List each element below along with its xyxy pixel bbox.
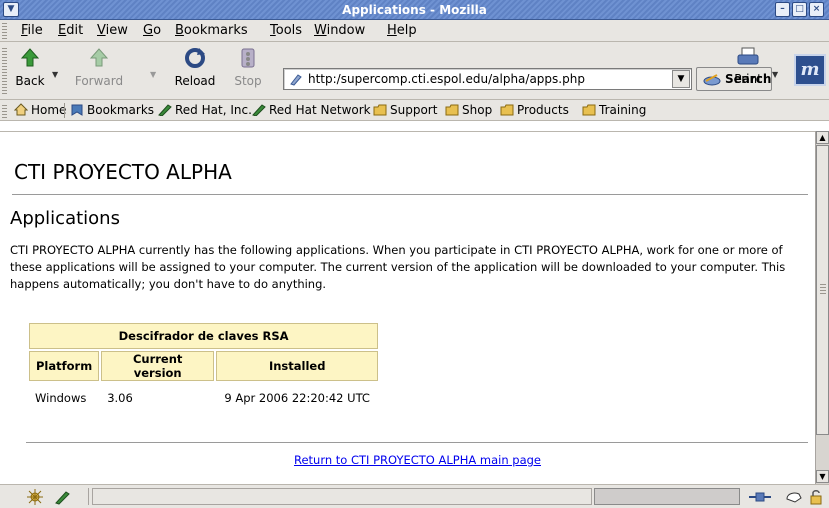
search-icon (703, 74, 721, 86)
bookmark-link-icon (252, 104, 266, 116)
bookmark-folder-shop[interactable]: Shop (445, 103, 492, 118)
folder-icon (582, 104, 596, 116)
menu-bar: File Edit View Go Bookmarks Tools Window… (0, 20, 829, 42)
navigation-toolbar: Back ▼ Forward ▼ Reload Stop ▼ (0, 42, 829, 100)
column-header: Current version (101, 351, 215, 381)
forward-arrow-icon (89, 48, 109, 67)
scroll-down-icon[interactable]: ▼ (816, 470, 829, 483)
bookmark-redhat-network[interactable]: Red Hat Network (252, 103, 371, 118)
menu-tools[interactable]: Tools (270, 23, 302, 39)
bookmark-folder-training[interactable]: Training (582, 103, 646, 118)
reload-button[interactable]: Reload (170, 46, 220, 88)
menu-help[interactable]: Help (387, 23, 417, 39)
stop-button[interactable]: Stop (228, 46, 268, 88)
url-bar[interactable]: ▼ (283, 68, 692, 90)
page-content: CTI PROYECTO ALPHA Applications CTI PROY… (0, 131, 815, 484)
close-icon[interactable]: × (809, 2, 824, 17)
url-history-dropdown-icon[interactable]: ▼ (672, 70, 690, 88)
toolbar-separator (64, 103, 65, 118)
toolbar-grip[interactable] (2, 103, 7, 118)
folder-icon (500, 104, 514, 116)
back-arrow-icon (20, 48, 40, 67)
status-bar (0, 484, 829, 508)
scroll-up-icon[interactable]: ▲ (816, 131, 829, 144)
maximize-icon[interactable]: □ (792, 2, 807, 17)
page-heading: Applications (10, 208, 120, 229)
status-text (92, 488, 592, 505)
window-title: Applications - Mozilla (342, 3, 487, 17)
return-link-container: Return to CTI PROYECTO ALPHA main page (0, 453, 815, 467)
divider (26, 442, 808, 443)
bookmark-redhat-inc[interactable]: Red Hat, Inc. (158, 103, 252, 118)
url-input[interactable] (308, 71, 668, 87)
cookie-icon[interactable] (785, 489, 803, 505)
reload-icon (185, 48, 205, 68)
column-header: Platform (29, 351, 100, 381)
page-proxy-icon[interactable] (289, 72, 303, 86)
site-title: CTI PROYECTO ALPHA (14, 160, 232, 184)
minimize-icon[interactable]: – (775, 2, 790, 17)
menu-bookmarks[interactable]: Bookmarks (175, 23, 248, 39)
window-titlebar[interactable]: ▼ Applications - Mozilla – □ × (0, 0, 829, 20)
toolbar-grip[interactable] (2, 46, 7, 94)
bookmarks-icon (71, 104, 83, 116)
personal-toolbar: Home Bookmarks Red Hat, Inc. Red Hat Net… (0, 100, 829, 121)
bookmark-link-icon (158, 104, 172, 116)
return-main-page-link[interactable]: Return to CTI PROYECTO ALPHA main page (294, 453, 541, 467)
vertical-scrollbar[interactable]: ▲ ▼ (815, 131, 829, 484)
platform-cell: Windows (35, 391, 87, 405)
home-button[interactable]: Home (14, 103, 66, 118)
table-row: Windows 3.06 9 Apr 2006 22:20:42 UTC (29, 383, 378, 413)
version-cell: 3.06 (107, 391, 133, 405)
menu-file[interactable]: File (21, 23, 43, 39)
applications-table: Descifrador de claves RSA Platform Curre… (27, 321, 380, 415)
statusbar-separator (88, 488, 89, 505)
progress-meter (594, 488, 740, 505)
menu-window[interactable]: Window (314, 23, 365, 39)
back-dropdown-icon[interactable]: ▼ (52, 70, 58, 79)
navigator-icon[interactable] (26, 489, 44, 505)
menu-edit[interactable]: Edit (58, 23, 83, 39)
back-button[interactable]: Back (10, 46, 50, 88)
home-icon (14, 103, 28, 116)
forward-button[interactable]: Forward (70, 46, 128, 88)
print-button[interactable]: Print (726, 46, 770, 86)
bookmarks-button[interactable]: Bookmarks (70, 103, 154, 118)
forward-dropdown-icon[interactable]: ▼ (150, 70, 156, 79)
printer-icon (737, 47, 759, 65)
stop-icon (241, 48, 255, 68)
scrollbar-thumb[interactable] (816, 145, 829, 435)
online-status-icon[interactable] (748, 489, 772, 505)
column-header: Installed (216, 351, 379, 381)
toolbar-grip[interactable] (2, 23, 7, 39)
app-name-header: Descifrador de claves RSA (29, 323, 379, 349)
bookmark-folder-support[interactable]: Support (373, 103, 437, 118)
security-lock-icon[interactable] (808, 489, 824, 505)
intro-paragraph: CTI PROYECTO ALPHA currently has the fol… (10, 243, 786, 291)
folder-icon (373, 104, 387, 116)
folder-icon (445, 104, 459, 116)
installed-cell: 9 Apr 2006 22:20:42 UTC (224, 391, 370, 405)
bookmark-folder-products[interactable]: Products (500, 103, 569, 118)
print-dropdown-icon[interactable]: ▼ (772, 70, 778, 79)
divider (12, 194, 808, 195)
mozilla-throbber-logo[interactable]: m (794, 54, 826, 86)
menu-go[interactable]: Go (143, 23, 161, 39)
menu-view[interactable]: View (97, 23, 128, 39)
composer-icon[interactable] (54, 489, 72, 505)
